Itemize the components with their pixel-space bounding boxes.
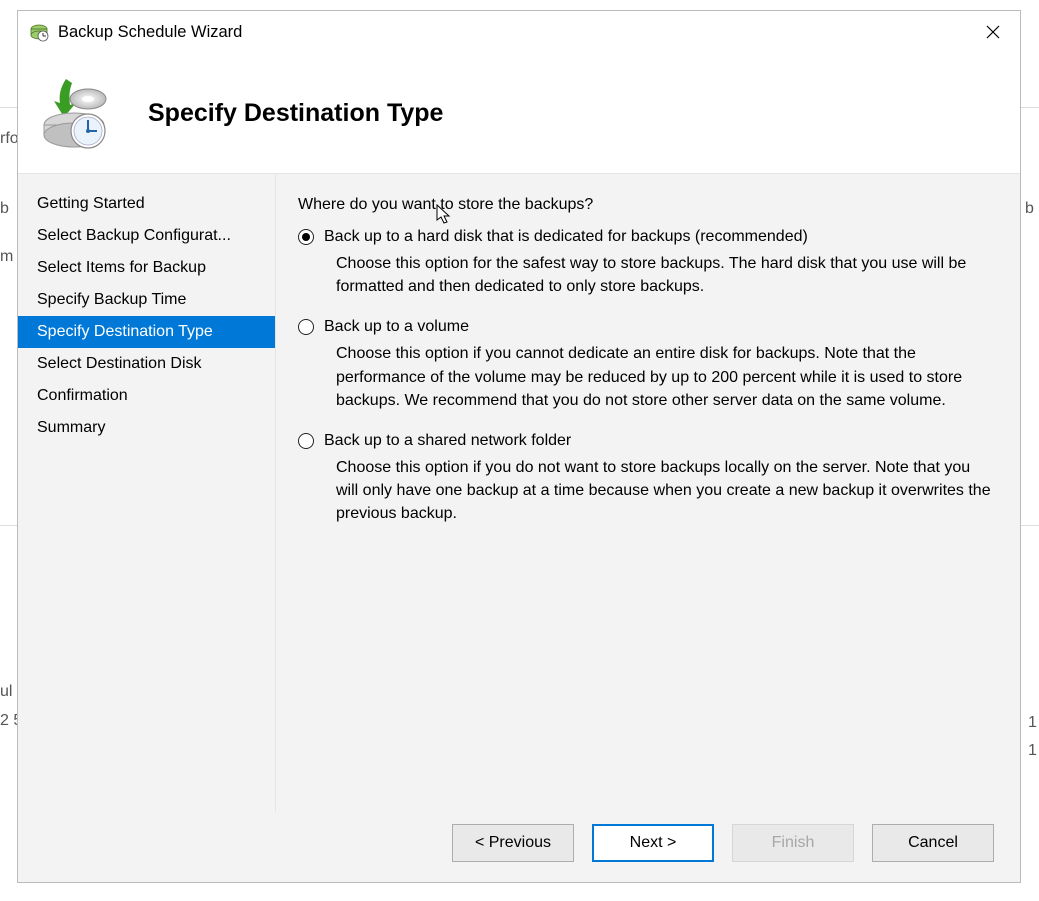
- step-specify-destination-type[interactable]: Specify Destination Type: [18, 316, 275, 348]
- step-select-items-for-backup[interactable]: Select Items for Backup: [18, 252, 275, 284]
- step-select-backup-configuration[interactable]: Select Backup Configurat...: [18, 220, 275, 252]
- option-dedicated-disk[interactable]: Back up to a hard disk that is dedicated…: [298, 228, 994, 298]
- option-volume[interactable]: Back up to a volume Choose this option i…: [298, 318, 994, 412]
- cancel-button[interactable]: Cancel: [872, 824, 994, 862]
- option-description: Choose this option for the safest way to…: [298, 252, 994, 298]
- radio-volume[interactable]: [298, 319, 314, 335]
- app-icon: [28, 21, 50, 43]
- prompt-text: Where do you want to store the backups?: [298, 196, 994, 214]
- option-network-folder[interactable]: Back up to a shared network folder Choos…: [298, 432, 994, 526]
- option-label: Back up to a shared network folder: [324, 432, 571, 450]
- previous-button[interactable]: < Previous: [452, 824, 574, 862]
- option-label: Back up to a volume: [324, 318, 469, 336]
- next-button[interactable]: Next >: [592, 824, 714, 862]
- wizard-content: Where do you want to store the backups? …: [276, 174, 1020, 812]
- step-specify-backup-time[interactable]: Specify Backup Time: [18, 284, 275, 316]
- radio-dedicated-disk[interactable]: [298, 229, 314, 245]
- step-summary[interactable]: Summary: [18, 412, 275, 444]
- step-confirmation[interactable]: Confirmation: [18, 380, 275, 412]
- finish-button: Finish: [732, 824, 854, 862]
- wizard-header: Specify Destination Type: [18, 53, 1020, 173]
- option-description: Choose this option if you do not want to…: [298, 456, 994, 526]
- wizard-icon: [38, 73, 118, 153]
- button-row: < Previous Next > Finish Cancel: [18, 812, 1020, 882]
- step-select-destination-disk[interactable]: Select Destination Disk: [18, 348, 275, 380]
- option-description: Choose this option if you cannot dedicat…: [298, 342, 994, 412]
- option-label: Back up to a hard disk that is dedicated…: [324, 228, 808, 246]
- wizard-body: Getting Started Select Backup Configurat…: [18, 173, 1020, 812]
- wizard-dialog: Backup Schedule Wizard: [17, 10, 1021, 883]
- window-title: Backup Schedule Wizard: [58, 23, 242, 42]
- titlebar: Backup Schedule Wizard: [18, 11, 1020, 53]
- sidebar-steps: Getting Started Select Backup Configurat…: [18, 174, 276, 812]
- page-title: Specify Destination Type: [148, 99, 443, 128]
- close-button[interactable]: [972, 16, 1014, 48]
- step-getting-started[interactable]: Getting Started: [18, 188, 275, 220]
- radio-network-folder[interactable]: [298, 433, 314, 449]
